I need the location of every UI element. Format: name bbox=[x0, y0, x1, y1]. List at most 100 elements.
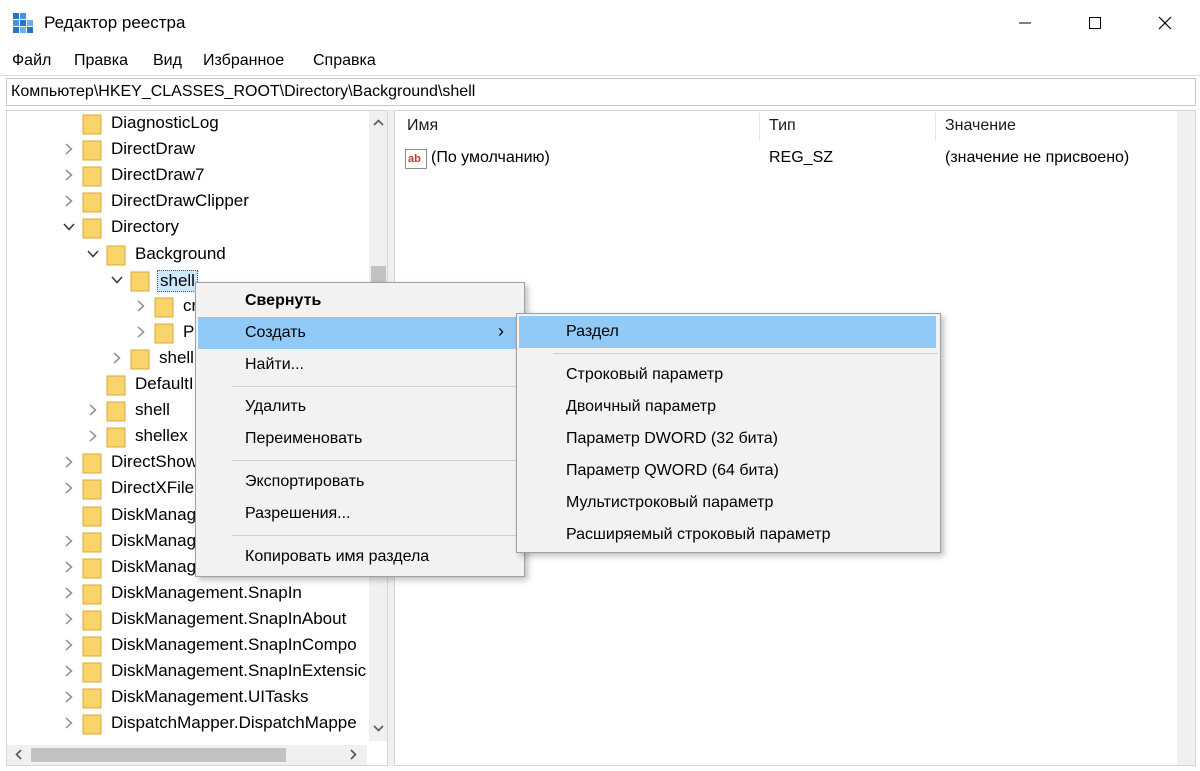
chevron-left-icon bbox=[15, 749, 22, 760]
folder-icon bbox=[82, 166, 102, 187]
folder-icon bbox=[82, 532, 102, 553]
menu-help[interactable]: Справка bbox=[313, 52, 376, 70]
chevron-down-icon bbox=[373, 725, 384, 732]
collapsed-chevron-icon[interactable] bbox=[135, 326, 147, 338]
menu-item-copy-key-name[interactable]: Копировать имя раздела bbox=[198, 541, 522, 573]
close-button[interactable] bbox=[1130, 0, 1200, 46]
registry-editor-icon bbox=[13, 13, 33, 33]
tree-item-label: DirectDraw7 bbox=[111, 165, 205, 185]
submenu-item-string-value[interactable]: Строковый параметр bbox=[519, 359, 936, 391]
tree-item[interactable]: DiskManagement.SnapInExtensic bbox=[63, 659, 383, 685]
menu-view[interactable]: Вид bbox=[153, 52, 182, 70]
folder-icon bbox=[82, 479, 102, 500]
menu-file[interactable]: Файл bbox=[12, 52, 51, 70]
context-menu: Свернуть Создать › Найти... Удалить Пере… bbox=[195, 282, 525, 577]
collapsed-chevron-icon[interactable] bbox=[111, 352, 123, 364]
collapsed-chevron-icon[interactable] bbox=[135, 300, 147, 312]
collapsed-chevron-icon[interactable] bbox=[63, 691, 75, 703]
scroll-up-arrow[interactable] bbox=[369, 113, 387, 132]
collapsed-chevron-icon[interactable] bbox=[63, 561, 75, 573]
expanded-chevron-icon[interactable] bbox=[87, 248, 99, 260]
submenu-item-dword-value[interactable]: Параметр DWORD (32 бита) bbox=[519, 423, 936, 455]
tree-item[interactable]: Directory bbox=[63, 215, 383, 241]
menu-item-collapse[interactable]: Свернуть bbox=[198, 285, 522, 317]
collapsed-chevron-icon[interactable] bbox=[87, 430, 99, 442]
submenu-item-multi-string-value[interactable]: Мультистроковый параметр bbox=[519, 487, 936, 519]
submenu-item-key[interactable]: Раздел bbox=[519, 316, 936, 348]
minimize-button[interactable] bbox=[990, 0, 1060, 46]
menu-item-export[interactable]: Экспортировать bbox=[198, 466, 522, 498]
menu-edit[interactable]: Правка bbox=[74, 52, 128, 70]
collapsed-chevron-icon[interactable] bbox=[63, 665, 75, 677]
menu-item-find[interactable]: Найти... bbox=[198, 349, 522, 381]
tree-item-label: shell bbox=[157, 269, 198, 292]
expanded-chevron-icon[interactable] bbox=[63, 221, 75, 233]
menu-bar: Файл Правка Вид Избранное Справка bbox=[0, 46, 1200, 76]
scroll-right-arrow[interactable] bbox=[344, 745, 363, 764]
tree-item[interactable]: DirectDrawClipper bbox=[63, 189, 383, 215]
column-header-value[interactable]: Значение bbox=[945, 117, 1016, 135]
close-icon bbox=[1158, 16, 1172, 30]
scroll-down-arrow[interactable] bbox=[369, 719, 387, 738]
tree-item-label: DirectDraw bbox=[111, 139, 196, 159]
tree-item-label: shell bbox=[159, 347, 194, 367]
tree-item-label: shellex bbox=[135, 426, 188, 446]
tree-item[interactable]: DiskManagement.SnapInCompo bbox=[63, 633, 383, 659]
address-bar[interactable]: Компьютер\HKEY_CLASSES_ROOT\Directory\Ba… bbox=[6, 78, 1196, 106]
tree-item-label: DefaultI bbox=[135, 374, 194, 393]
string-value-icon: ab bbox=[405, 149, 427, 169]
tree-item[interactable]: DirectDraw7 bbox=[63, 163, 383, 189]
menu-item-new[interactable]: Создать › bbox=[198, 317, 522, 349]
new-submenu: Раздел Строковый параметр Двоичный парам… bbox=[516, 313, 941, 553]
tree-item-label: DiskManag bbox=[111, 556, 197, 576]
expanded-chevron-icon[interactable] bbox=[111, 274, 123, 286]
collapsed-chevron-icon[interactable] bbox=[63, 482, 75, 494]
tree-item[interactable]: Background bbox=[87, 242, 387, 268]
folder-icon bbox=[82, 610, 102, 631]
tree-item-label: DiskManag bbox=[111, 530, 197, 550]
column-divider[interactable] bbox=[759, 113, 760, 141]
tree-item[interactable]: DirectDraw bbox=[63, 137, 383, 163]
menu-separator bbox=[232, 535, 518, 536]
menu-item-rename[interactable]: Переименовать bbox=[198, 423, 522, 455]
tree-item[interactable]: DiskManagement.SnapInAbout bbox=[63, 607, 383, 633]
collapsed-chevron-icon[interactable] bbox=[63, 587, 75, 599]
scroll-left-arrow[interactable] bbox=[9, 745, 28, 764]
collapsed-chevron-icon[interactable] bbox=[63, 195, 75, 207]
tree-item-label: shell bbox=[135, 400, 170, 420]
submenu-item-qword-value[interactable]: Параметр QWORD (64 бита) bbox=[519, 455, 936, 487]
tree-item[interactable]: DispatchMapper.DispatchMappe bbox=[63, 711, 383, 737]
collapsed-chevron-icon[interactable] bbox=[63, 456, 75, 468]
collapsed-chevron-icon[interactable] bbox=[63, 535, 75, 547]
tree-item-label: DiskManagement.SnapInCompo bbox=[111, 635, 357, 654]
tree-item[interactable]: DiagnosticLog bbox=[63, 111, 383, 137]
folder-icon bbox=[82, 140, 102, 161]
values-vertical-scrollbar[interactable] bbox=[1177, 111, 1195, 765]
folder-icon bbox=[82, 584, 102, 605]
maximize-button[interactable] bbox=[1060, 0, 1130, 46]
address-path[interactable]: Компьютер\HKEY_CLASSES_ROOT\Directory\Ba… bbox=[11, 83, 475, 101]
folder-icon bbox=[82, 714, 102, 735]
tree-item[interactable]: DiskManagement.SnapIn bbox=[63, 581, 383, 607]
collapsed-chevron-icon[interactable] bbox=[63, 639, 75, 651]
collapsed-chevron-icon[interactable] bbox=[63, 169, 75, 181]
folder-icon bbox=[82, 558, 102, 579]
column-header-name[interactable]: Имя bbox=[407, 117, 438, 135]
value-name: (По умолчанию) bbox=[431, 149, 550, 166]
collapsed-chevron-icon[interactable] bbox=[87, 404, 99, 416]
tree-horizontal-scrollbar[interactable] bbox=[7, 745, 367, 765]
tree-item[interactable]: DiskManagement.UITasks bbox=[63, 685, 383, 711]
tree-item-label: DirectShow bbox=[111, 452, 198, 472]
collapsed-chevron-icon[interactable] bbox=[63, 613, 75, 625]
collapsed-chevron-icon[interactable] bbox=[63, 717, 75, 729]
column-header-type[interactable]: Тип bbox=[769, 117, 796, 135]
menu-item-permissions[interactable]: Разрешения... bbox=[198, 498, 522, 530]
submenu-item-expandable-string-value[interactable]: Расширяемый строковый параметр bbox=[519, 519, 936, 551]
tree-hscroll-thumb[interactable] bbox=[31, 748, 286, 762]
menu-item-delete[interactable]: Удалить bbox=[198, 391, 522, 423]
menu-favorites[interactable]: Избранное bbox=[203, 52, 284, 70]
folder-icon bbox=[82, 192, 102, 213]
collapsed-chevron-icon[interactable] bbox=[63, 143, 75, 155]
submenu-item-binary-value[interactable]: Двоичный параметр bbox=[519, 391, 936, 423]
column-divider[interactable] bbox=[935, 113, 936, 141]
